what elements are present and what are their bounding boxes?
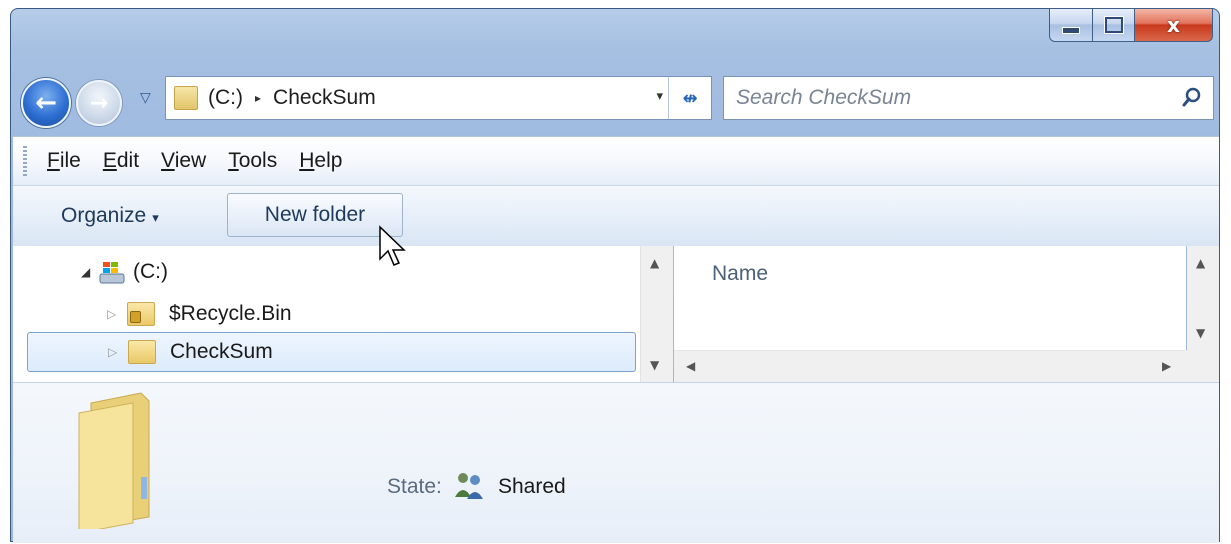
expanded-arrow-icon[interactable]: ◢ xyxy=(81,265,95,279)
state-label: State: xyxy=(387,475,442,498)
new-folder-button[interactable]: New folder xyxy=(227,193,403,237)
scroll-right-icon[interactable]: ▶ xyxy=(1162,359,1171,373)
maximize-icon xyxy=(1104,17,1123,33)
menu-help[interactable]: Help xyxy=(299,149,342,173)
forward-arrow-icon: → xyxy=(89,90,109,116)
drive-icon xyxy=(99,262,125,284)
collapsed-arrow-icon[interactable]: ▷ xyxy=(107,307,121,321)
scroll-up-icon[interactable]: ▲ xyxy=(650,256,659,270)
shared-users-icon xyxy=(455,473,483,499)
minimize-button[interactable] xyxy=(1049,8,1093,42)
content-horizontal-scrollbar[interactable]: ◀ ▶ xyxy=(674,350,1187,383)
address-dropdown-icon[interactable]: ▾ xyxy=(656,89,663,104)
breadcrumb-root[interactable]: (C:) xyxy=(208,86,243,110)
tree-item-checksum[interactable]: ▷ CheckSum xyxy=(27,332,636,372)
close-icon: x xyxy=(1167,13,1180,37)
back-button[interactable]: ← xyxy=(21,78,71,128)
tree-item-label: CheckSum xyxy=(170,340,273,363)
folder-icon xyxy=(174,86,198,110)
tree-item-drive-c[interactable]: ◢ (C:) xyxy=(81,256,168,288)
breadcrumb-current[interactable]: CheckSum xyxy=(273,86,376,110)
command-bar: Organize ▾ New folder xyxy=(13,185,1219,247)
refresh-button[interactable]: ↮ xyxy=(668,77,711,119)
back-arrow-icon: ← xyxy=(35,88,57,118)
scroll-up-icon[interactable]: ▲ xyxy=(1196,256,1205,270)
mouse-cursor-icon xyxy=(379,225,406,266)
large-folder-icon xyxy=(78,392,150,529)
scroll-down-icon[interactable]: ▼ xyxy=(1196,326,1205,340)
refresh-icon: ↮ xyxy=(682,87,698,109)
column-header-name[interactable]: Name xyxy=(712,262,768,286)
tree-item-label: $Recycle.Bin xyxy=(169,302,292,325)
search-input[interactable] xyxy=(734,85,1158,111)
scroll-left-icon[interactable]: ◀ xyxy=(686,359,695,373)
search-icon[interactable] xyxy=(1181,86,1203,108)
collapsed-arrow-icon[interactable]: ▷ xyxy=(108,345,122,359)
scrollbar-corner xyxy=(1187,350,1219,382)
menu-file[interactable]: File xyxy=(47,149,81,173)
breadcrumb-separator-icon[interactable]: ▸ xyxy=(255,91,261,105)
tree-item-recycle-bin[interactable]: ▷ $Recycle.Bin xyxy=(107,298,292,330)
chevron-down-icon: ▽ xyxy=(140,90,151,106)
minimize-icon xyxy=(1062,26,1080,34)
menu-view[interactable]: View xyxy=(161,149,206,173)
locked-folder-icon xyxy=(127,302,155,326)
forward-button[interactable]: → xyxy=(76,80,122,126)
organize-button[interactable]: Organize ▾ xyxy=(61,204,159,228)
maximize-button[interactable] xyxy=(1093,8,1135,42)
state-value: Shared xyxy=(498,475,566,498)
address-bar[interactable]: (C:) ▸ CheckSum ▾ ↮ xyxy=(165,76,712,120)
details-pane: State: Shared xyxy=(13,382,1219,543)
chevron-down-icon: ▾ xyxy=(152,210,159,225)
navigation-pane: ◢ (C:) ▷ $Recycle.Bin ▷ CheckSum xyxy=(13,246,640,382)
menu-tools[interactable]: Tools xyxy=(228,149,277,173)
file-list[interactable]: Name xyxy=(674,246,1186,350)
close-button[interactable]: x xyxy=(1135,8,1213,42)
nav-pane-vertical-scrollbar[interactable]: ▲ ▼ xyxy=(640,246,673,382)
menu-bar: File Edit View Tools Help xyxy=(13,136,1219,185)
organize-label: Organize xyxy=(61,204,147,227)
recent-pages-button[interactable]: ▽ xyxy=(140,90,151,106)
caption-buttons: x xyxy=(1049,8,1213,44)
search-box[interactable] xyxy=(723,76,1214,120)
scroll-down-icon[interactable]: ▼ xyxy=(650,358,659,372)
menu-grip xyxy=(23,146,27,176)
tree-item-label: (C:) xyxy=(133,260,168,283)
folder-icon xyxy=(128,340,156,364)
menu-edit[interactable]: Edit xyxy=(103,149,139,173)
